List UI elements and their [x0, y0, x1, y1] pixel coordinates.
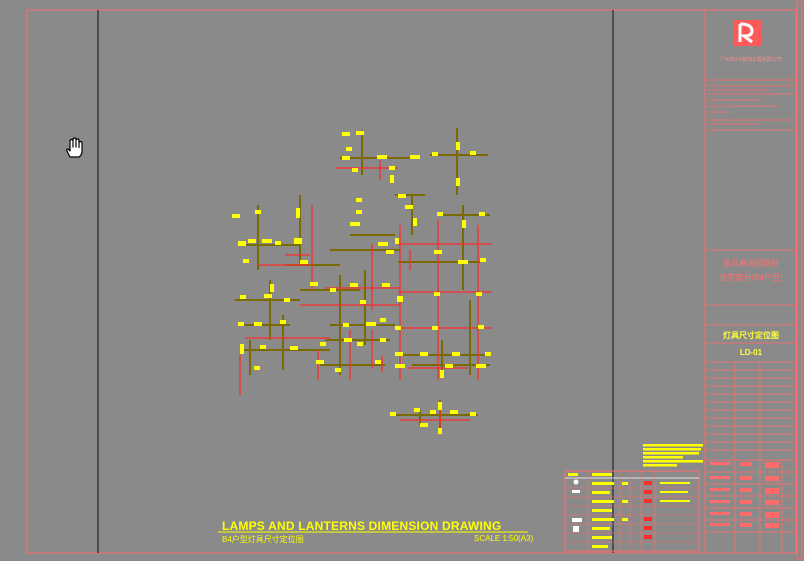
floor-plan-walls [235, 128, 490, 432]
hand-pan-icon [66, 137, 83, 158]
title-block-grid [705, 79, 796, 553]
drawing-notes [643, 444, 703, 467]
drawing-number: LD-01 [739, 348, 763, 357]
lamp-legend-table [564, 470, 700, 552]
project-name: 青岛春晖园项目 [723, 259, 779, 268]
drawing-frame [26, 9, 797, 554]
drawing-scale: SCALE 1:50(A3) [474, 534, 534, 543]
drawing-title-en: LAMPS AND LANTERNS DIMENSION DRAWING [222, 519, 502, 533]
company-logo [733, 20, 761, 46]
project-subtitle: 住宅部分(B4户型) [719, 273, 783, 282]
outer-border [796, 1, 803, 560]
drawing-title-cn: B4户型灯具尺寸定位图 [222, 535, 304, 544]
company-name: 广州市XX装饰工程有限公司 [720, 57, 782, 63]
drawing-name: 灯具尺寸定位图 [723, 331, 779, 340]
drawing-canvas[interactable] [0, 0, 804, 561]
